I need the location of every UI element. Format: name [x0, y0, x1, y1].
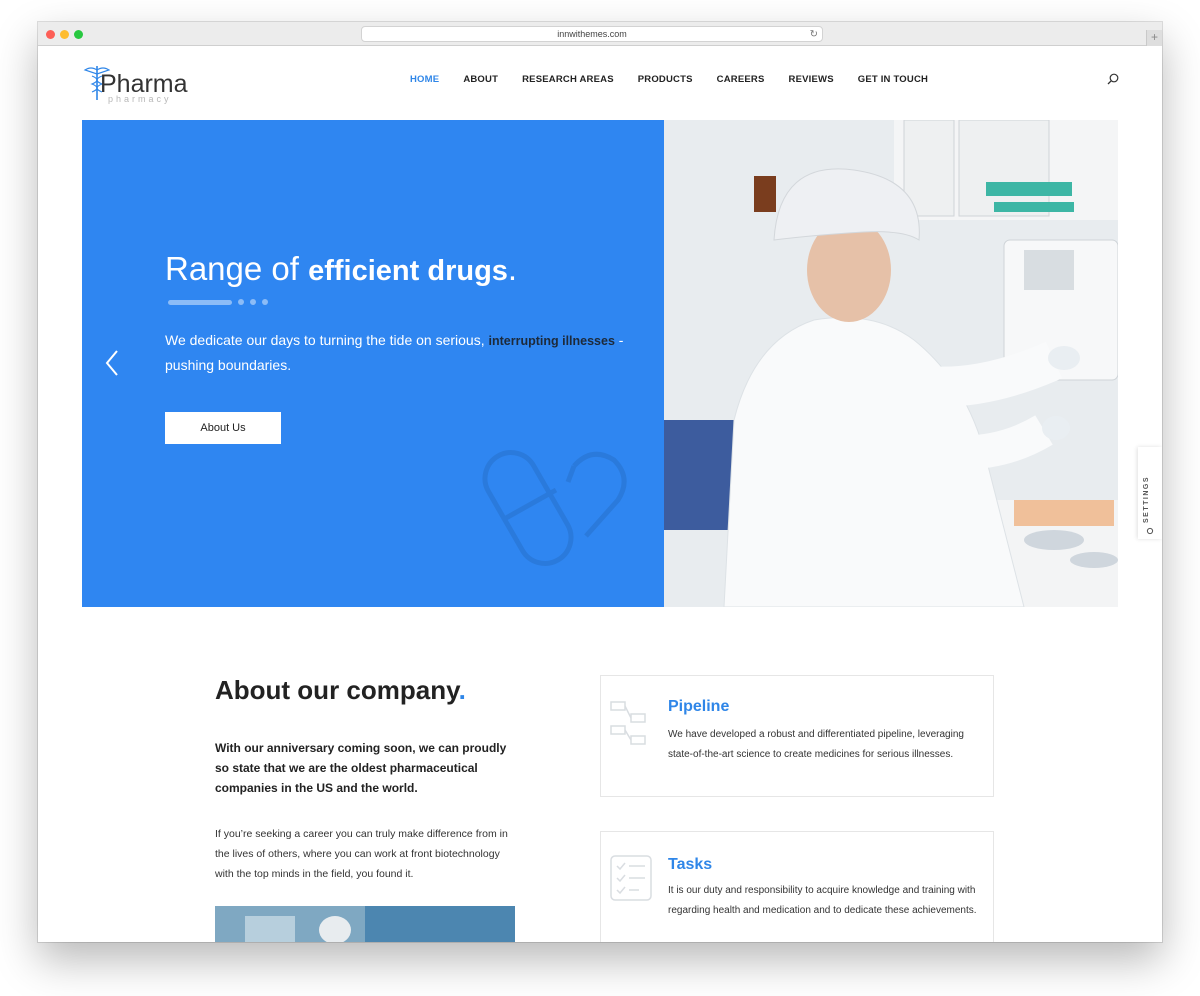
browser-window: innwithemes.com ↻ + Pharma pharmacy HOME… [38, 22, 1162, 942]
nav-item-reviews[interactable]: REVIEWS [789, 74, 834, 85]
tasks-card: Tasks It is our duty and responsibility … [600, 831, 994, 942]
nav-item-home[interactable]: HOME [410, 74, 439, 85]
nav-item-products[interactable]: PRODUCTS [638, 74, 693, 85]
about-heading-dot: . [458, 675, 466, 705]
tasks-text: It is our duty and responsibility to acq… [668, 885, 977, 916]
hero-text-part: We dedicate our days to turning the tide… [165, 332, 489, 348]
settings-label: SETTINGS [1143, 475, 1150, 523]
tasks-title: Tasks [668, 856, 713, 873]
slider-dot[interactable] [250, 299, 256, 305]
about-heading: About our company. [215, 675, 466, 706]
gear-icon [1146, 527, 1154, 535]
pipeline-title: Pipeline [668, 698, 730, 715]
slider-dot[interactable] [238, 299, 244, 305]
nav-item-get-in-touch[interactable]: GET IN TOUCH [858, 74, 928, 85]
new-tab-icon[interactable]: + [1146, 30, 1162, 46]
hero-slider: Range of efficient drugs. We dedicate ou… [82, 120, 1118, 607]
hero-title-light: Range of [165, 250, 309, 287]
pipeline-text: We have developed a robust and different… [668, 729, 964, 760]
pill-heart-icon [482, 450, 627, 566]
about-us-button[interactable]: About Us [165, 412, 281, 444]
nav-item-research-areas[interactable]: RESEARCH AREAS [522, 74, 614, 85]
slider-dot[interactable] [262, 299, 268, 305]
checklist-icon [610, 855, 652, 901]
close-window-button[interactable] [46, 30, 55, 39]
hero-text: We dedicate our days to turning the tide… [165, 328, 645, 377]
minimize-window-button[interactable] [60, 30, 69, 39]
nav-item-careers[interactable]: CAREERS [717, 74, 765, 85]
about-body-text: If you’re seeking a career you can truly… [215, 828, 508, 880]
main-nav: HOME ABOUT RESEARCH AREAS PRODUCTS CAREE… [410, 74, 952, 85]
nav-item-about[interactable]: ABOUT [463, 74, 498, 85]
settings-tab[interactable]: SETTINGS [1138, 447, 1162, 539]
hero-title-dot: . [507, 250, 518, 287]
logo-subtitle: pharmacy [108, 94, 172, 104]
about-heading-text: About our company [215, 675, 459, 705]
lab-photo-illustration [664, 120, 1118, 607]
about-lead-text: With our anniversary coming soon, we can… [215, 741, 507, 795]
hero-title-bold: efficient drugs [308, 255, 508, 287]
flowchart-icon [610, 701, 646, 745]
address-text: innwithemes.com [557, 29, 627, 39]
pipeline-card: Pipeline We have developed a robust and … [600, 675, 994, 797]
maximize-window-button[interactable] [74, 30, 83, 39]
search-icon[interactable] [1106, 72, 1120, 86]
reload-icon[interactable]: ↻ [810, 28, 818, 42]
lab-researcher-photo [664, 120, 1118, 607]
hero-title: Range of efficient drugs. [165, 250, 517, 288]
lab-team-photo [215, 906, 515, 942]
slider-active-indicator[interactable] [168, 300, 232, 305]
hero-text-highlight: interrupting illnesses [488, 334, 615, 348]
site-logo[interactable]: Pharma pharmacy [82, 62, 202, 106]
address-bar[interactable]: innwithemes.com ↻ [361, 26, 823, 42]
browser-toolbar: innwithemes.com ↻ + [38, 22, 1162, 46]
chevron-left-icon[interactable] [104, 349, 120, 377]
lab-team-illustration [215, 906, 515, 942]
